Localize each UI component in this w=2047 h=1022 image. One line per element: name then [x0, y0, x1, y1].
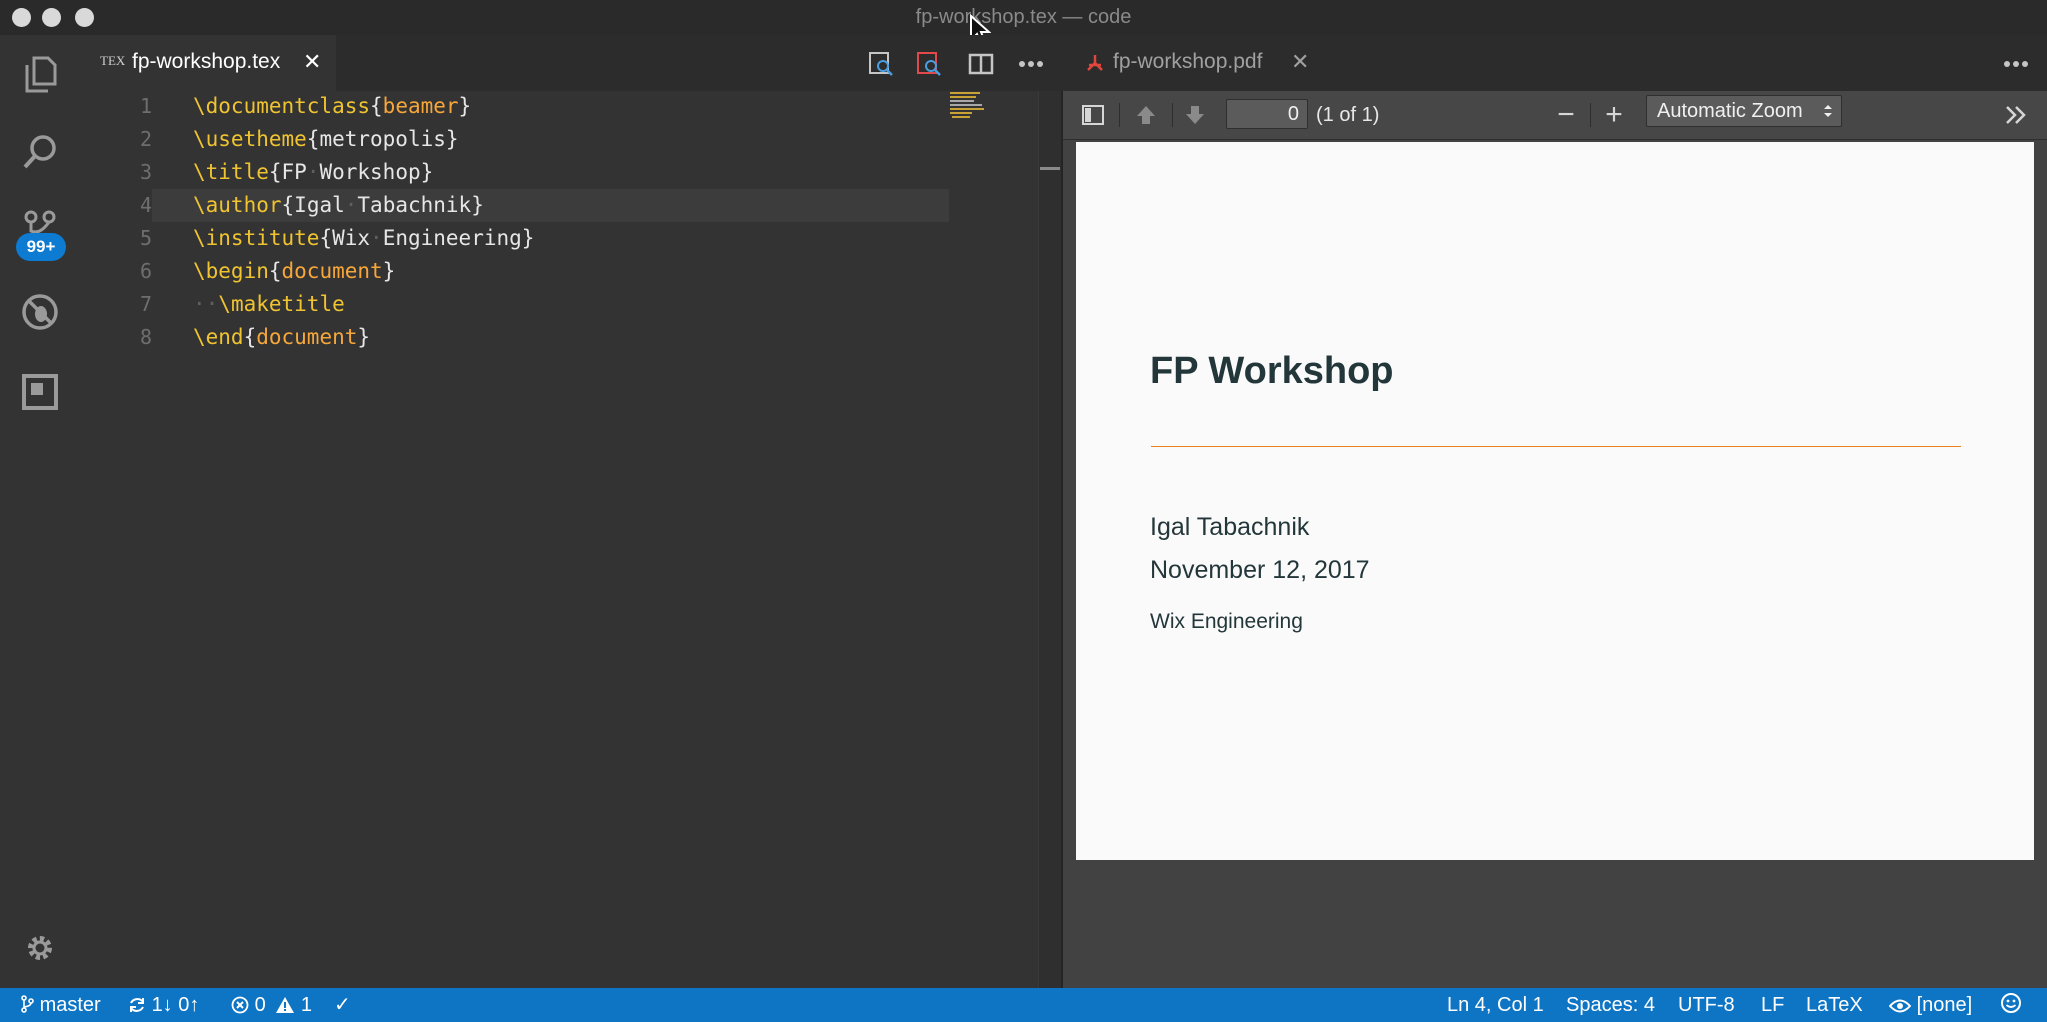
code-line[interactable]: \usetheme{metropolis} — [193, 123, 459, 156]
code-line[interactable]: \institute{Wix·Engineering} — [193, 222, 534, 255]
line-number: 5 — [139, 226, 152, 250]
pdf-more-actions-button[interactable] — [1999, 47, 2033, 81]
more-actions-button[interactable] — [1014, 47, 1048, 81]
slide-institute: Wix Engineering — [1150, 610, 1303, 633]
updown-arrows-icon — [1824, 105, 1832, 117]
code-line[interactable]: \title{FP·Workshop} — [193, 156, 433, 189]
code-line[interactable]: \author{Igal·Tabachnik} — [193, 189, 484, 222]
code-line[interactable]: ··\maketitle — [193, 288, 345, 321]
language-mode[interactable]: LaTeX — [1806, 988, 1863, 1022]
arrow-down-icon — [1186, 106, 1204, 124]
smiley-icon — [2001, 993, 2021, 1013]
ellipsis-icon — [2004, 61, 2028, 67]
encoding-setting[interactable]: UTF-8 — [1678, 988, 1735, 1022]
close-tab-icon[interactable]: ✕ — [1291, 49, 1309, 75]
zoom-select-value: Automatic Zoom — [1657, 100, 1803, 122]
eye-icon — [1888, 999, 1912, 1013]
minimap[interactable] — [948, 90, 998, 120]
line-number: 7 — [139, 292, 152, 316]
tex-file-icon: TEX — [100, 53, 126, 68]
source-control-badge: 99+ — [16, 233, 66, 261]
extensions-icon — [22, 374, 58, 410]
view-pdf-button[interactable] — [864, 47, 898, 81]
preview-sync-icon — [917, 52, 941, 76]
settings-button[interactable] — [14, 922, 66, 974]
previous-page-button[interactable] — [1128, 99, 1164, 131]
line-number: 1 — [139, 94, 152, 118]
zoom-in-button[interactable]: + — [1596, 98, 1632, 131]
window-title: fp-workshop.tex — code — [915, 6, 1132, 28]
slide-title: FP Workshop — [1150, 350, 1394, 392]
explorer-button[interactable] — [14, 48, 66, 100]
line-number: 4 — [139, 193, 152, 217]
files-icon — [25, 56, 57, 93]
debug-button[interactable] — [14, 286, 66, 338]
latex-build-status[interactable]: ✓ — [334, 988, 351, 1022]
gear-icon — [28, 936, 52, 960]
tab-label: fp-workshop.tex — [132, 50, 281, 73]
toolbar-separator — [1590, 103, 1591, 127]
scrollbar-cursor-marker — [1040, 167, 1060, 170]
line-number: 2 — [139, 127, 152, 151]
problems-indicator[interactable]: 0 1 — [231, 988, 312, 1022]
cursor-position[interactable]: Ln 4, Col 1 — [1447, 988, 1544, 1022]
line-number: 6 — [139, 259, 152, 283]
code-line[interactable]: \end{document} — [193, 321, 370, 354]
line-number: 8 — [139, 325, 152, 349]
code-line[interactable]: \begin{document} — [193, 255, 395, 288]
zoom-out-button[interactable]: − — [1548, 98, 1584, 131]
slide-title-rule — [1151, 446, 1961, 447]
error-count: 0 — [254, 994, 266, 1016]
sync-counts: 1↓ 0↑ — [151, 994, 200, 1016]
slide-author: Igal Tabachnik — [1150, 513, 1310, 541]
eol-setting[interactable]: LF — [1761, 988, 1784, 1022]
sidebar-toggle-icon — [1082, 105, 1104, 125]
code-line[interactable]: \documentclass{beamer} — [193, 90, 471, 123]
close-tab-icon[interactable]: ✕ — [303, 49, 321, 75]
git-branch-icon — [21, 995, 34, 1013]
editor-scrollbar[interactable] — [1038, 91, 1062, 988]
double-chevron-right-icon — [2006, 106, 2026, 124]
branch-name: master — [39, 994, 101, 1016]
preview-value: [none] — [1916, 994, 1973, 1016]
toggle-sidebar-button[interactable] — [1075, 99, 1111, 131]
toolbar-separator — [1119, 103, 1120, 127]
indentation-setting[interactable]: Spaces: 4 — [1566, 988, 1655, 1022]
error-icon — [231, 996, 249, 1014]
ellipsis-icon — [1019, 61, 1043, 67]
split-editor-icon — [968, 53, 994, 75]
debug-icon — [22, 294, 58, 330]
tab-fp-workshop-pdf[interactable]: fp-workshop.pdf ✕ — [1063, 35, 1313, 91]
toolbar-separator — [1172, 103, 1173, 127]
next-page-button[interactable] — [1177, 99, 1213, 131]
sync-indicator[interactable]: 1↓ 0↑ — [128, 988, 199, 1022]
branch-indicator[interactable]: master — [20, 988, 101, 1022]
preview-indicator[interactable]: [none] — [1888, 988, 1973, 1022]
tab-label: fp-workshop.pdf — [1113, 50, 1263, 73]
pdf-page — [1076, 142, 2034, 860]
search-icon — [23, 135, 56, 169]
zoom-select[interactable]: Automatic Zoom — [1646, 95, 1842, 127]
tools-menu-button[interactable] — [1998, 99, 2034, 131]
line-number: 3 — [139, 160, 152, 184]
page-number-input[interactable]: 0 — [1226, 99, 1308, 129]
page-count-label: (1 of 1) — [1316, 104, 1380, 126]
pdf-file-icon — [1087, 55, 1103, 71]
slide-date: November 12, 2017 — [1150, 556, 1370, 584]
warning-icon — [276, 997, 295, 1013]
split-editor-button[interactable] — [964, 47, 998, 81]
preview-search-icon — [869, 52, 893, 76]
search-button[interactable] — [14, 126, 66, 178]
sync-icon — [130, 998, 144, 1012]
warning-count: 1 — [300, 994, 312, 1016]
extensions-button[interactable] — [14, 366, 66, 418]
arrow-up-icon — [1137, 106, 1155, 124]
tab-fp-workshop-tex[interactable]: TEX fp-workshop.tex ✕ — [80, 35, 336, 91]
feedback-button[interactable] — [2000, 988, 2022, 1022]
sync-pdf-button[interactable] — [912, 47, 946, 81]
